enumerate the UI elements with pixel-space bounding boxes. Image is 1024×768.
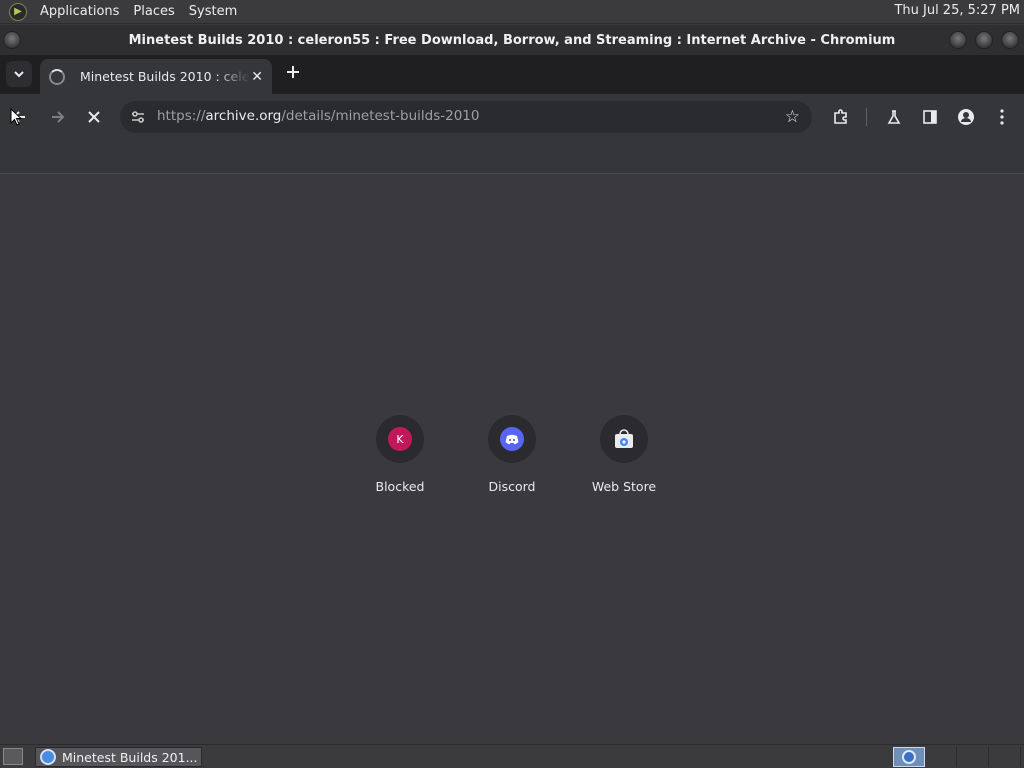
- address-bar[interactable]: https://archive.org/details/minetest-bui…: [120, 101, 812, 133]
- top-panel: ▶ Applications Places System Thu Jul 25,…: [0, 0, 1024, 24]
- taskbar-window-label: Minetest Builds 201...: [62, 749, 198, 765]
- window-titlebar[interactable]: Minetest Builds 2010 : celeron55 : Free …: [0, 25, 1024, 55]
- workspace-1[interactable]: [893, 747, 925, 767]
- shortcut-label: Blocked: [375, 479, 425, 494]
- labs-button[interactable]: [881, 104, 907, 130]
- workspace-3[interactable]: [957, 747, 989, 767]
- k-letter-icon: K: [388, 427, 412, 451]
- discord-icon: [500, 427, 524, 451]
- loading-spinner-icon: [49, 68, 65, 85]
- shortcut-icon-container: [488, 415, 536, 463]
- new-tab-button[interactable]: [282, 61, 304, 83]
- stop-loading-button[interactable]: [81, 104, 107, 130]
- mouse-pointer-icon: [10, 108, 22, 126]
- arrow-right-icon: [52, 111, 65, 123]
- chevron-down-icon: [14, 71, 24, 78]
- url-host: archive.org: [205, 108, 282, 124]
- chrome-menu-button[interactable]: [989, 104, 1015, 130]
- url-path: /details/minetest-builds-2010: [281, 108, 480, 124]
- forward-button[interactable]: [45, 104, 71, 130]
- close-window-button[interactable]: [1001, 31, 1019, 49]
- person-icon: [958, 109, 974, 125]
- window-menu-button[interactable]: [3, 31, 21, 49]
- system-menu[interactable]: System: [182, 4, 244, 19]
- tab-close-icon[interactable]: ✕: [251, 69, 263, 85]
- bottom-taskbar: Minetest Builds 201...: [0, 744, 1024, 768]
- web-store-icon: [615, 429, 633, 448]
- shortcut-tile-blocked[interactable]: K Blocked: [344, 415, 456, 494]
- site-settings-icon[interactable]: [130, 109, 146, 125]
- tab-search-button[interactable]: [6, 61, 32, 87]
- shortcut-label: Discord: [488, 479, 536, 494]
- new-tab-page: K Blocked Discord Web Store: [0, 175, 1024, 744]
- more-vert-icon: [1000, 109, 1004, 125]
- plus-icon: [287, 66, 299, 78]
- chromium-icon: [40, 749, 56, 765]
- taskbar-window-button[interactable]: Minetest Builds 201...: [35, 747, 202, 767]
- panel-clock[interactable]: Thu Jul 25, 5:27 PM: [894, 3, 1020, 18]
- shortcut-icon-container: [600, 415, 648, 463]
- tab-strip: Minetest Builds 2010 : celeron55 : Free …: [0, 55, 1024, 94]
- flask-icon: [887, 110, 901, 124]
- bookmarks-bar: [0, 140, 1024, 174]
- profile-button[interactable]: [953, 104, 979, 130]
- applications-menu[interactable]: Applications: [33, 4, 126, 19]
- desktop: ▶ Applications Places System Thu Jul 25,…: [0, 0, 1024, 768]
- side-panel-icon: [923, 110, 937, 124]
- shortcut-tile-discord[interactable]: Discord: [456, 415, 568, 494]
- url-text[interactable]: https://archive.org/details/minetest-bui…: [157, 108, 479, 124]
- shortcut-tile-web-store[interactable]: Web Store: [568, 415, 680, 494]
- side-panel-button[interactable]: [917, 104, 943, 130]
- tab-title: Minetest Builds 2010 : celeron55 : Free …: [80, 69, 250, 84]
- places-menu[interactable]: Places: [126, 4, 181, 19]
- workspace-4[interactable]: [989, 747, 1021, 767]
- tab-active[interactable]: Minetest Builds 2010 : celeron55 : Free …: [40, 59, 272, 94]
- toolbar-separator: [866, 108, 867, 126]
- shortcut-icon-container: K: [376, 415, 424, 463]
- distro-logo-icon[interactable]: ▶: [9, 2, 27, 21]
- bookmark-star-icon[interactable]: ☆: [785, 107, 800, 127]
- shortcut-label: Web Store: [591, 479, 657, 494]
- extensions-button[interactable]: [828, 104, 854, 130]
- puzzle-icon: [834, 109, 847, 124]
- window-title: Minetest Builds 2010 : celeron55 : Free …: [128, 32, 896, 48]
- minimize-button[interactable]: [949, 31, 967, 49]
- close-icon: [88, 111, 100, 123]
- workspace-2[interactable]: [925, 747, 957, 767]
- show-desktop-icon[interactable]: [3, 748, 23, 765]
- url-prefix: https://: [157, 108, 206, 124]
- chromium-icon: [902, 750, 916, 764]
- browser-toolbar: https://archive.org/details/minetest-bui…: [0, 94, 1024, 140]
- maximize-button[interactable]: [975, 31, 993, 49]
